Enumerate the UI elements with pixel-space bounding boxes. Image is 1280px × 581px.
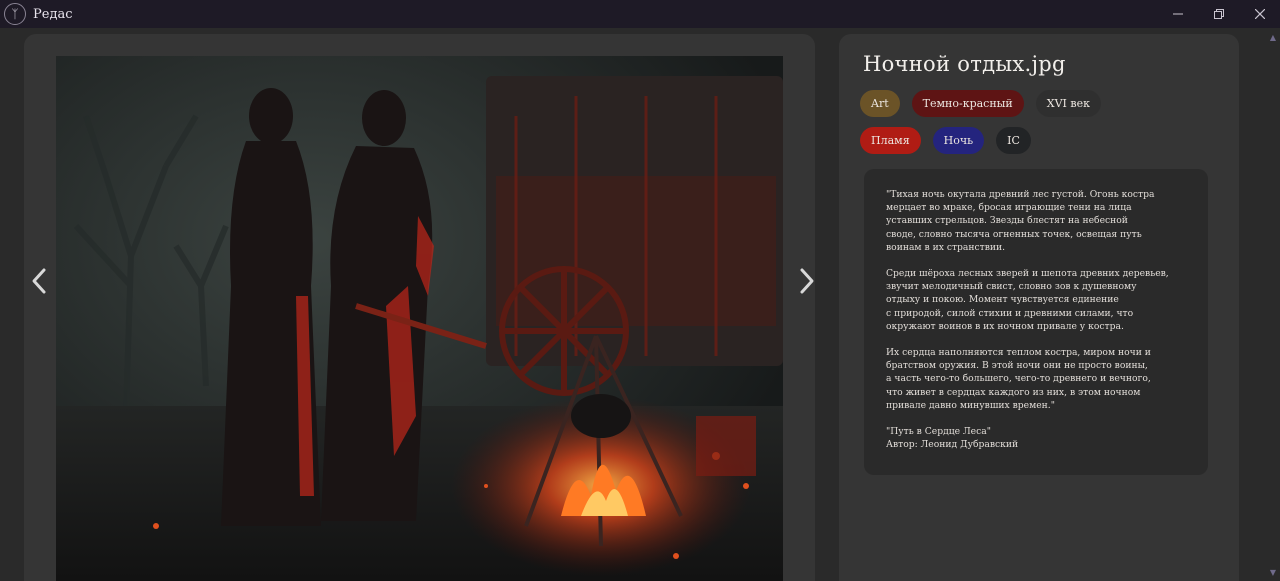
tag-chip[interactable]: Ночь	[932, 127, 985, 154]
minimize-button[interactable]	[1157, 0, 1198, 28]
image-info-panel: Ночной отдых.jpg Art Темно-красный XVI век…	[839, 34, 1239, 581]
chevron-right-icon	[800, 268, 814, 294]
description-paragraph: Среди шёроха лесных зверей и шепота древ…	[886, 268, 1169, 332]
restore-icon	[1213, 9, 1224, 19]
quote-source: "Путь в Сердце Леса"	[886, 426, 991, 438]
scroll-up-icon[interactable]: ▲	[1269, 34, 1277, 42]
tag-chip[interactable]: Пламя	[860, 127, 921, 154]
image-viewer	[24, 34, 815, 581]
tag-list: Art Темно-красный XVI век Пламя Ночь IC	[860, 90, 1230, 164]
tag-chip[interactable]: Темно-красный	[911, 90, 1024, 117]
minimize-icon	[1172, 13, 1183, 15]
tag-chip[interactable]: Art	[860, 90, 900, 117]
campfire-painting	[56, 56, 783, 581]
file-name: Ночной отдых.jpg	[863, 52, 1066, 76]
page-scrollbar[interactable]: ▲ ▼	[1266, 28, 1280, 581]
chevron-left-icon	[32, 268, 46, 294]
quote-author: Автор: Леонид Дубравский	[886, 439, 1019, 451]
rune-tree-icon: ᛉ	[4, 3, 26, 25]
scroll-down-icon[interactable]: ▼	[1269, 569, 1277, 577]
description-paragraph: Их сердца наполняются теплом костра, мир…	[886, 347, 1151, 411]
tag-chip[interactable]: XVI век	[1035, 90, 1101, 117]
app-title: Редас	[33, 6, 73, 22]
window-controls	[1157, 0, 1280, 28]
tag-row: Пламя Ночь IC	[860, 127, 1230, 154]
next-image-button[interactable]	[792, 266, 815, 296]
close-icon	[1254, 9, 1265, 19]
description-paragraph: "Тихая ночь окутала древний лес густой. …	[886, 189, 1155, 253]
artwork-image	[56, 56, 783, 581]
tag-row: Art Темно-красный XVI век	[860, 90, 1230, 117]
previous-image-button[interactable]	[24, 266, 54, 296]
close-button[interactable]	[1239, 0, 1280, 28]
tag-chip[interactable]: IC	[996, 127, 1031, 154]
description-card: "Тихая ночь окутала древний лес густой. …	[864, 169, 1208, 475]
maximize-button[interactable]	[1198, 0, 1239, 28]
title-bar: ᛉ Редас	[0, 0, 1280, 28]
